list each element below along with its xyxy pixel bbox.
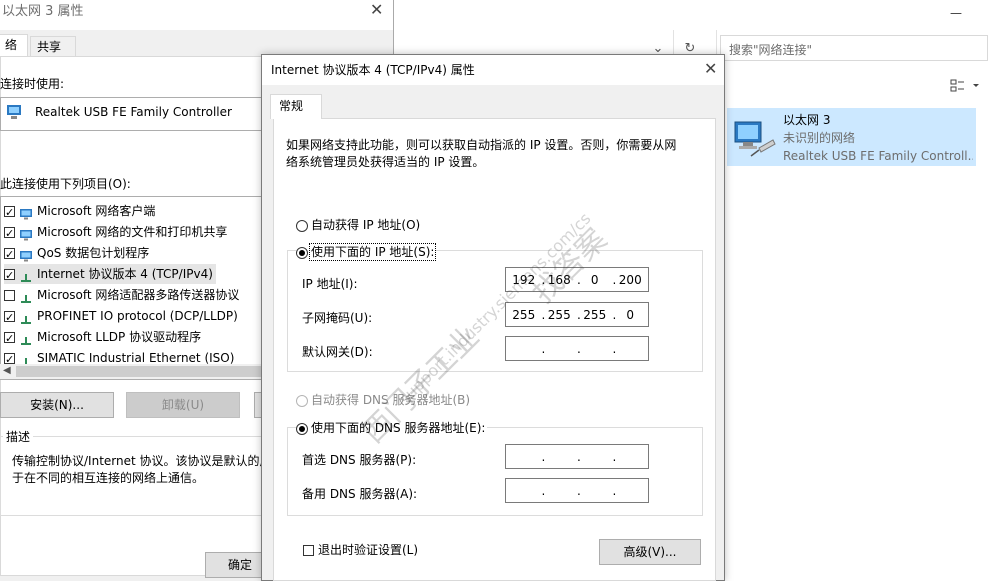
mask-octet-4: 0: [626, 307, 635, 322]
protocol-icon: [19, 290, 33, 303]
minimize-icon[interactable]: —: [950, 6, 970, 20]
list-item[interactable]: QoS 数据包计划程序: [4, 243, 150, 265]
ip-address-input[interactable]: 192. 168. 0. 200: [505, 267, 649, 292]
alternate-dns-input[interactable]: . . .: [505, 478, 649, 503]
auto-dns-radio[interactable]: [296, 394, 308, 407]
mask-octet-3: 255: [583, 307, 607, 322]
network-adapter-icon: [733, 114, 777, 158]
list-item[interactable]: Microsoft LLDP 协议驱动程序: [4, 327, 202, 349]
validate-label: 退出时验证设置(L): [318, 543, 419, 557]
manual-ip-radio[interactable]: [296, 246, 308, 259]
manual-dns-label: 使用下面的 DNS 服务器地址(E):: [311, 421, 486, 435]
validate-checkbox[interactable]: [303, 545, 314, 556]
intro-line1: 如果网络支持此功能，则可以获取自动指派的 IP 设置。否则，你需要从网: [286, 138, 677, 152]
alternate-dns-label: 备用 DNS 服务器(A):: [302, 487, 418, 501]
tab-sharing[interactable]: 共享: [30, 36, 76, 56]
item-label: Microsoft 网络客户端: [37, 204, 156, 218]
uninstall-button[interactable]: 卸载(U): [126, 392, 240, 418]
tab-networking[interactable]: 络: [0, 34, 28, 56]
item-label: QoS 数据包计划程序: [37, 246, 150, 260]
intro-line2: 络系统管理员处获得适当的 IP 设置。: [286, 155, 485, 169]
change-view-icon[interactable]: [950, 78, 980, 94]
item-label: Microsoft 网络的文件和打印机共享: [37, 225, 228, 239]
install-button[interactable]: 安装(N)...: [0, 392, 114, 418]
ip-octet-2: 168: [547, 272, 571, 287]
adapter-name: Realtek USB FE Family Controller: [35, 105, 232, 119]
window-title: 以太网 3 属性: [2, 4, 84, 19]
item-label: SIMATIC Industrial Ethernet (ISO): [37, 351, 235, 365]
ip-octet-3: 0: [590, 272, 599, 287]
item-checkbox[interactable]: [4, 224, 15, 244]
subnet-mask-input[interactable]: 255. 255. 255. 0: [505, 302, 649, 327]
mask-octet-1: 255: [512, 307, 536, 322]
list-item[interactable]: Microsoft 网络客户端: [4, 201, 156, 223]
scroll-left-icon[interactable]: ◀: [3, 365, 11, 376]
list-item[interactable]: Microsoft 网络适配器多路传送器协议: [4, 285, 239, 305]
auto-dns-label: 自动获得 DNS 服务器地址(B): [311, 393, 471, 407]
auto-ip-radio[interactable]: [296, 219, 308, 232]
auto-ip-option[interactable]: 自动获得 IP 地址(O): [296, 216, 420, 233]
connection-status: 未识别的网络: [783, 131, 856, 145]
protocol-icon: [19, 332, 33, 345]
validate-option[interactable]: 退出时验证设置(L): [303, 541, 418, 558]
auto-dns-option[interactable]: 自动获得 DNS 服务器地址(B): [296, 391, 470, 408]
connection-adapter: Realtek USB FE Family Controll...: [783, 149, 973, 163]
item-label: PROFINET IO protocol (DCP/LLDP): [37, 309, 238, 323]
item-checkbox[interactable]: [4, 350, 15, 370]
item-checkbox[interactable]: [4, 266, 15, 286]
protocol-icon: [19, 311, 33, 324]
close-icon[interactable]: ✕: [370, 0, 383, 19]
ip-octet-1: 192: [512, 272, 536, 287]
description-line2: 于在不同的相互连接的网络上通信。: [12, 471, 205, 485]
scrollbar-thumb[interactable]: [16, 366, 261, 377]
preferred-dns-label: 首选 DNS 服务器(P):: [302, 453, 417, 467]
item-checkbox[interactable]: [4, 245, 15, 265]
item-label: Microsoft LLDP 协议驱动程序: [37, 330, 202, 344]
gateway-label: 默认网关(D):: [302, 345, 373, 359]
item-checkbox[interactable]: [4, 329, 15, 349]
network-client-icon: [19, 248, 33, 261]
connection-name: 以太网 3: [783, 113, 831, 127]
description-label: 描述: [3, 428, 34, 445]
list-item[interactable]: Microsoft 网络的文件和打印机共享: [4, 222, 228, 244]
list-item[interactable]: Internet 协议版本 4 (TCP/IPv4): [4, 264, 216, 286]
mask-octet-2: 255: [547, 307, 571, 322]
list-item[interactable]: PROFINET IO protocol (DCP/LLDP): [4, 306, 238, 328]
subnet-mask-label: 子网掩码(U):: [302, 311, 373, 325]
manual-dns-option[interactable]: 使用下面的 DNS 服务器地址(E):: [296, 419, 488, 436]
items-label: 此连接使用下列项目(O):: [0, 177, 131, 191]
manual-ip-option[interactable]: 使用下面的 IP 地址(S):: [296, 243, 437, 261]
item-label: Internet 协议版本 4 (TCP/IPv4): [37, 267, 213, 281]
gateway-input[interactable]: . . .: [505, 336, 649, 361]
protocol-icon: [19, 269, 33, 282]
search-input[interactable]: 搜索"网络连接": [720, 35, 988, 61]
manual-dns-radio[interactable]: [296, 422, 308, 435]
adapter-icon: [6, 104, 24, 123]
network-client-icon: [19, 227, 33, 240]
tab-general[interactable]: 常规: [270, 94, 322, 119]
protocol-icon: [19, 353, 33, 366]
dialog-close-icon[interactable]: ✕: [704, 59, 717, 78]
item-checkbox[interactable]: [4, 203, 15, 223]
item-label: Microsoft 网络适配器多路传送器协议: [37, 288, 240, 302]
item-checkbox[interactable]: [4, 290, 15, 301]
preferred-dns-input[interactable]: . . .: [505, 444, 649, 469]
description-line1: 传输控制协议/Internet 协议。该协议是默认的广: [12, 454, 262, 468]
ip-octet-4: 200: [618, 272, 642, 287]
auto-ip-label: 自动获得 IP 地址(O): [311, 218, 421, 232]
item-checkbox[interactable]: [4, 308, 15, 328]
advanced-button[interactable]: 高级(V)...: [599, 539, 701, 565]
ip-address-label: IP 地址(I):: [302, 277, 358, 291]
network-client-icon: [19, 206, 33, 219]
connect-using-label: 连接时使用:: [0, 77, 65, 91]
manual-ip-label: 使用下面的 IP 地址(S):: [308, 243, 437, 261]
dialog-title: Internet 协议版本 4 (TCP/IPv4) 属性: [271, 63, 475, 77]
